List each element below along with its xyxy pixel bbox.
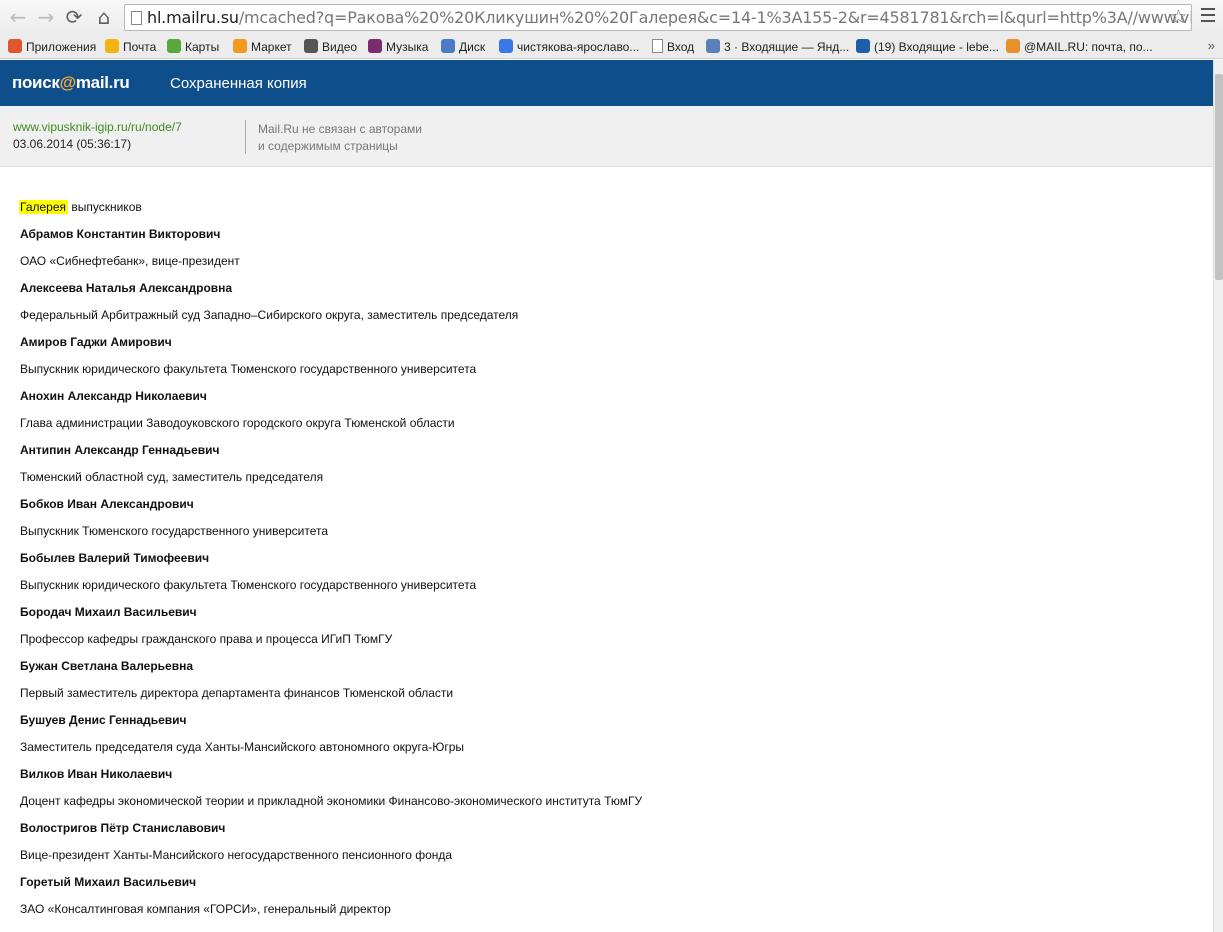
alumnus-position: Федеральный Арбитражный суд Западно–Сиби… — [20, 308, 519, 322]
alumnus-position: Заместитель председателя суда Ханты-Манс… — [20, 740, 465, 754]
bookmark-label: Приложения — [26, 40, 97, 54]
back-arrow-icon[interactable]: ← — [6, 6, 30, 30]
url-host: hl.mailru.su — [147, 8, 239, 27]
bookmark-label: Маркет — [251, 40, 292, 54]
bookmark-item[interactable]: Музыка — [368, 39, 428, 55]
gallery-heading: Галерея выпускников — [19, 199, 1200, 226]
alumnus-name: Антипин Александр Геннадьевич — [20, 443, 220, 457]
google-icon — [499, 39, 513, 53]
bookmark-item[interactable]: 3 · Входящие — Янд... — [706, 39, 849, 55]
bookmark-label: Музыка — [386, 40, 429, 54]
alumnus-position: Глава администрации Заводоуковского горо… — [20, 416, 455, 430]
bookmark-label: @MAIL.RU: почта, по... — [1024, 40, 1153, 54]
apps-icon — [8, 39, 22, 53]
mail-search-header: поиск@mail.ru Сохраненная копия — [0, 60, 1213, 106]
forward-arrow-icon[interactable]: → — [34, 6, 58, 30]
alumnus-position: Выпускник юридического факультета Тюменс… — [20, 578, 477, 592]
disclaimer: Mail.Ru не связан с авторами и содержимы… — [258, 121, 422, 155]
scrollbar-thumb[interactable] — [1215, 74, 1223, 280]
disclaimer-line: Mail.Ru не связан с авторами — [258, 122, 422, 136]
alumnus-name: Горетый Михаил Васильевич — [20, 875, 197, 889]
bookmark-item[interactable]: (19) Входящие - lebe... — [856, 39, 999, 55]
mail-icon — [706, 39, 720, 53]
bookmark-label: Видео — [322, 40, 358, 54]
bookmarks-overflow-icon[interactable]: » — [1208, 38, 1215, 53]
home-icon[interactable]: ⌂ — [92, 6, 116, 30]
disclaimer-line: и содержимым страницы — [258, 139, 398, 153]
bookmark-item[interactable]: Маркет — [233, 39, 292, 55]
mail-at-icon — [856, 39, 870, 53]
alumnus-name: Бобков Иван Александрович — [20, 497, 194, 511]
divider — [245, 120, 246, 154]
page-title: Сохраненная копия — [170, 75, 307, 92]
search-highlight: Галерея — [19, 200, 69, 214]
alumnus-position: Тюменский областной суд, заместитель пре… — [20, 470, 324, 484]
market-icon — [233, 39, 247, 53]
alumnus-position: ЗАО «Консалтинговая компания «ГОРСИ», ге… — [20, 902, 391, 916]
alumnus-position: Профессор кафедры гражданского права и п… — [20, 632, 393, 646]
bookmark-item[interactable]: Диск — [441, 39, 485, 55]
bookmark-item[interactable]: Вход — [652, 39, 694, 55]
bookmark-item[interactable]: @MAIL.RU: почта, по... — [1006, 39, 1153, 55]
page-icon — [652, 39, 663, 53]
bookmark-star-icon[interactable]: ☆ — [1170, 6, 1187, 28]
logo-at-sign: @ — [59, 73, 77, 92]
cached-page-content: Галерея выпускников Абрамов Константин В… — [19, 199, 1200, 928]
alumnus-position: Вице-президент Ханты-Мансийского негосуд… — [20, 848, 453, 862]
url-path: /mcached?q=Ракова%20%20Кликушин%20%20Гал… — [238, 8, 1191, 27]
vertical-scrollbar[interactable] — [1213, 60, 1223, 932]
maps-icon — [167, 39, 181, 53]
alumnus-name: Бужан Светлана Валерьевна — [20, 659, 194, 673]
bookmark-item[interactable]: Карты — [167, 39, 219, 55]
bookmark-item[interactable]: чистякова-ярославо... — [499, 39, 639, 55]
bookmark-label: Диск — [459, 40, 486, 54]
logo-text-part2: mail.ru — [75, 73, 130, 92]
music-icon — [368, 39, 382, 53]
bookmark-label: (19) Входящие - lebe... — [874, 40, 999, 54]
mail-ru-icon — [105, 39, 119, 53]
source-url-link[interactable]: www.vipusknik-igip.ru/ru/node/7 — [13, 120, 182, 134]
alumnus-name: Вилков Иван Николаевич — [20, 767, 173, 781]
url-text[interactable]: hl.mailru.su/mcached?q=Ракова%20%20Клику… — [147, 8, 1191, 28]
alumnus-name: Бобылев Валерий Тимофеевич — [20, 551, 210, 565]
alumnus-name: Абрамов Константин Викторович — [20, 227, 221, 241]
bookmark-label: Карты — [185, 40, 220, 54]
bookmark-label: Почта — [123, 40, 157, 54]
mail-at-icon — [1006, 39, 1020, 53]
bookmark-item[interactable]: Приложения — [8, 39, 96, 55]
alumnus-position: Выпускник юридического факультета Тюменс… — [20, 362, 477, 376]
alumnus-position: Выпускник Тюменского государственного ун… — [20, 524, 329, 538]
alumnus-position: Первый заместитель директора департамент… — [20, 686, 454, 700]
cache-info-bar: www.vipusknik-igip.ru/ru/node/7 03.06.20… — [0, 106, 1213, 167]
bookmarks-bar: » Приложения Почта Карты Маркет Видео Музыка Д… — [0, 35, 1223, 59]
alumnus-name: Алексеева Наталья Александровна — [20, 281, 233, 295]
bookmark-label: 3 · Входящие — Янд... — [724, 40, 850, 54]
mail-search-logo[interactable]: поиск@mail.ru — [12, 73, 130, 93]
alumnus-name: Амиров Гаджи Амирович — [20, 335, 172, 349]
heading-text: выпускников — [68, 200, 142, 214]
alumnus-name: Анохин Александр Николаевич — [20, 389, 207, 403]
bookmark-item[interactable]: Видео — [304, 39, 357, 55]
logo-text-part1: поиск — [12, 73, 60, 92]
alumnus-position: ОАО «Сибнефтебанк», вице-президент — [20, 254, 240, 268]
address-bar[interactable]: hl.mailru.su/mcached?q=Ракова%20%20Клику… — [124, 4, 1192, 31]
reload-icon[interactable]: ⟳ — [62, 6, 86, 30]
alumnus-position: Доцент кафедры экономической теории и пр… — [20, 794, 643, 808]
video-icon — [304, 39, 318, 53]
chrome-menu-icon[interactable] — [1201, 8, 1215, 26]
alumnus-name: Бородач Михаил Васильевич — [20, 605, 197, 619]
saved-date: 03.06.2014 (05:36:17) — [13, 137, 132, 151]
page-icon — [131, 11, 142, 25]
bookmark-label: Вход — [667, 40, 695, 54]
alumnus-name: Бушуев Денис Геннадьевич — [20, 713, 187, 727]
browser-toolbar: ← → ⟳ ⌂ hl.mailru.su/mcached?q=Ракова%20… — [0, 0, 1223, 35]
disk-icon — [441, 39, 455, 53]
bookmark-label: чистякова-ярославо... — [517, 40, 640, 54]
alumnus-name: Волостригов Пётр Станиславович — [20, 821, 226, 835]
bookmark-item[interactable]: Почта — [105, 39, 156, 55]
